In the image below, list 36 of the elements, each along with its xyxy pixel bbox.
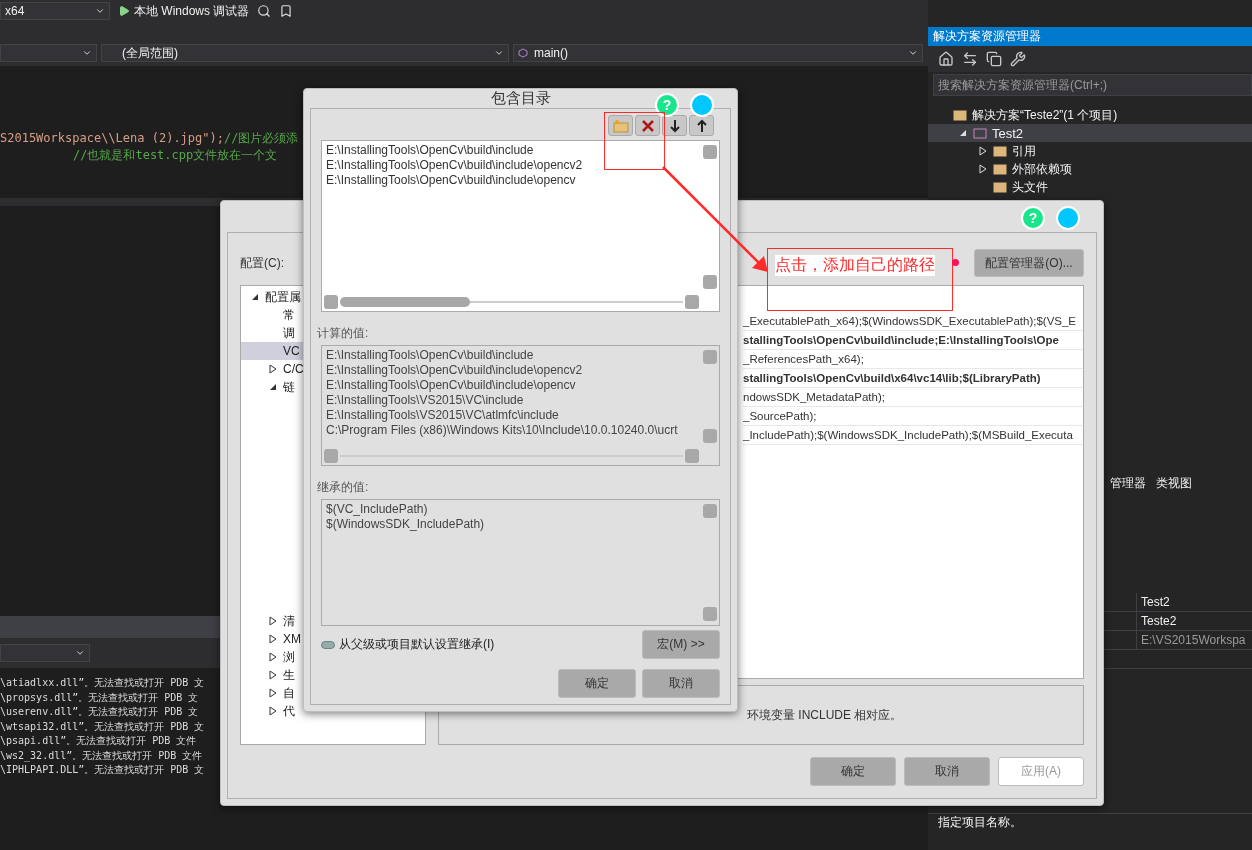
output-line: \propsys.dll”。无法查找或打开 PDB 文 <box>0 691 199 703</box>
section-label: 继承的值: <box>317 480 369 495</box>
value-line: E:\InstallingTools\OpenCv\build\include <box>326 348 534 363</box>
section-label: 计算的值: <box>317 326 369 341</box>
value-line: E:\InstallingTools\VS2015\VC\include <box>326 393 524 408</box>
value-line: E:\InstallingTools\OpenCv\build\include\opencv2 <box>326 363 583 378</box>
property-value: _ExecutablePath_x64);$(WindowsSDK_ExecutablePath);$(VS_E <box>743 314 1077 329</box>
output-line: \IPHLPAPI.DLL”。无法查找或打开 PDB 文 <box>0 764 205 775</box>
property-value: Test2 <box>1141 595 1170 609</box>
value-line: E:\InstallingTools\VS2015\VC\atlmfc\include <box>326 408 559 423</box>
value-line: C:\Program Files (x86)\Windows Kits\10\Include\10.0.10240.0\ucrt <box>326 423 678 438</box>
property-value: _ReferencesPath_x64); <box>743 352 864 367</box>
property-value: stallingTools\OpenCv\build\x64\vc14\lib;$(LibraryPath) <box>743 371 1041 386</box>
property-value: ndowsSDK_MetadataPath); <box>743 390 885 405</box>
output-line: \atiadlxx.dll”。无法查找或打开 PDB 文 <box>0 677 205 688</box>
output-line: \userenv.dll”。无法查找或打开 PDB 文 <box>0 706 199 717</box>
value-line: $(VC_IncludePath) <box>326 502 428 517</box>
property-value: Teste2 <box>1141 614 1177 628</box>
config-label: 配置(C): <box>240 254 284 272</box>
output-line: \psapi.dll”。无法查找或打开 PDB 文件 <box>0 735 197 746</box>
value-line: E:\InstallingTools\OpenCv\build\include\opencv <box>326 378 576 393</box>
code-comment: //图片必须添 <box>223 131 299 145</box>
property-description: 环境变量 INCLUDE 相对应。 <box>747 707 903 723</box>
output-line: \wtsapi32.dll”。无法查找或打开 PDB 文 <box>0 720 205 732</box>
panel-title: 解决方案资源管理器 <box>928 27 1252 46</box>
property-value: stallingTools\OpenCv\build\include;E:\InstallingTools\Ope <box>743 333 1059 348</box>
output-line: \ws2_32.dll”。无法查找或打开 PDB 文件 <box>0 749 203 761</box>
callout-text: 点击，添加自己的路径 <box>775 255 935 276</box>
code-comment: //也就是和test.cpp文件放在一个文 <box>73 148 278 162</box>
code-text: S2015Workspace\\Lena (2).jpg"); <box>0 131 224 145</box>
value-line: $(WindowsSDK_IncludePath) <box>326 517 485 532</box>
property-value: E:\VS2015Workspa <box>1141 633 1246 647</box>
dialog-title: 包含目录 <box>490 89 551 108</box>
property-description: 指定项目名称。 <box>938 814 1022 831</box>
property-value: _SourcePath); <box>743 409 817 424</box>
property-value: _IncludePath);$(WindowsSDK_IncludePath);$(MSBuild_Executa <box>743 428 1073 443</box>
